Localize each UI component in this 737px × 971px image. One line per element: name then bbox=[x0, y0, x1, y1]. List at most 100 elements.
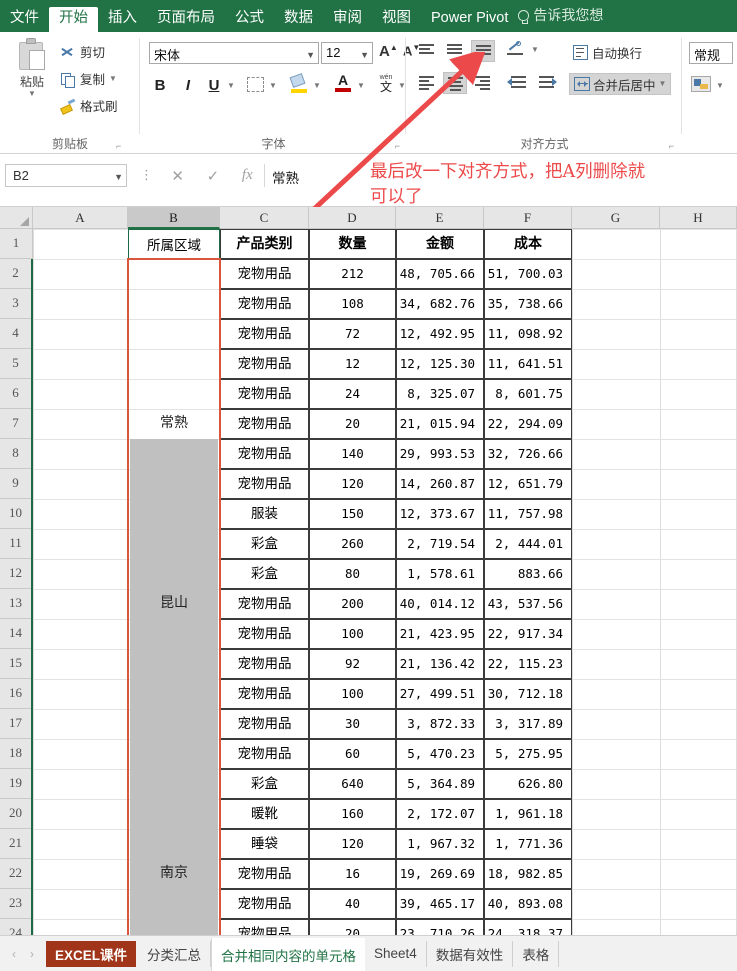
cell-C7[interactable]: 宠物用品 bbox=[220, 409, 309, 439]
row-header-4[interactable]: 4 bbox=[0, 319, 33, 349]
cell-E6[interactable]: 8, 325.07 bbox=[396, 379, 484, 409]
row-header-20[interactable]: 20 bbox=[0, 799, 33, 829]
cell-F22[interactable]: 18, 982.85 bbox=[484, 859, 572, 889]
sheet-tab-5[interactable]: 表格 bbox=[513, 940, 560, 967]
chevron-down-icon[interactable]: ▼ bbox=[357, 82, 365, 90]
cell-E11[interactable]: 2, 719.54 bbox=[396, 529, 484, 559]
ribbon-tab-8[interactable]: Power Pivot bbox=[421, 7, 518, 33]
cell-F18[interactable]: 5, 275.95 bbox=[484, 739, 572, 769]
sheet-nav-next[interactable]: › bbox=[30, 947, 34, 961]
ribbon-tab-1[interactable]: 开始 bbox=[49, 6, 98, 33]
cell-F10[interactable]: 11, 757.98 bbox=[484, 499, 572, 529]
column-header-D[interactable]: D bbox=[309, 207, 396, 229]
cell-F16[interactable]: 30, 712.18 bbox=[484, 679, 572, 709]
cell-F15[interactable]: 22, 115.23 bbox=[484, 649, 572, 679]
row-header-21[interactable]: 21 bbox=[0, 829, 33, 859]
cell-E22[interactable]: 19, 269.69 bbox=[396, 859, 484, 889]
row-header-6[interactable]: 6 bbox=[0, 379, 33, 409]
borders-icon[interactable] bbox=[247, 77, 264, 92]
font-name-combo[interactable]: 宋体 ▼ bbox=[149, 42, 319, 64]
cell-E17[interactable]: 3, 872.33 bbox=[396, 709, 484, 739]
cell-E7[interactable]: 21, 015.94 bbox=[396, 409, 484, 439]
cell-F5[interactable]: 11, 641.51 bbox=[484, 349, 572, 379]
ribbon-tab-6[interactable]: 审阅 bbox=[323, 7, 372, 33]
cell-C16[interactable]: 宠物用品 bbox=[220, 679, 309, 709]
cell-D11[interactable]: 260 bbox=[309, 529, 396, 559]
ribbon-tab-0[interactable]: 文件 bbox=[0, 7, 49, 33]
cell-C17[interactable]: 宠物用品 bbox=[220, 709, 309, 739]
sheet-tab-2[interactable]: 合并相同内容的单元格 bbox=[211, 937, 366, 971]
cell-D17[interactable]: 30 bbox=[309, 709, 396, 739]
cell-E21[interactable]: 1, 967.32 bbox=[396, 829, 484, 859]
column-header-B[interactable]: B bbox=[128, 207, 220, 229]
cell-C14[interactable]: 宠物用品 bbox=[220, 619, 309, 649]
fill-color-icon[interactable] bbox=[289, 73, 307, 95]
cell-C22[interactable]: 宠物用品 bbox=[220, 859, 309, 889]
cell-E8[interactable]: 29, 993.53 bbox=[396, 439, 484, 469]
cell-C9[interactable]: 宠物用品 bbox=[220, 469, 309, 499]
insert-function-button[interactable]: fx bbox=[242, 167, 253, 184]
sheet-tab-0[interactable]: EXCEL课件 bbox=[46, 940, 137, 967]
cell-F13[interactable]: 43, 537.56 bbox=[484, 589, 572, 619]
cell-D23[interactable]: 40 bbox=[309, 889, 396, 919]
cell-F24[interactable]: 24, 318.37 bbox=[484, 919, 572, 935]
cell-B1[interactable]: 所属区域 bbox=[128, 229, 220, 259]
italic-button[interactable]: I bbox=[177, 74, 199, 98]
align-bottom-button[interactable] bbox=[471, 40, 495, 62]
cell-F4[interactable]: 11, 098.92 bbox=[484, 319, 572, 349]
cell-E10[interactable]: 12, 373.67 bbox=[396, 499, 484, 529]
ribbon-tab-2[interactable]: 插入 bbox=[98, 7, 147, 33]
cell-D4[interactable]: 72 bbox=[309, 319, 396, 349]
cell-E2[interactable]: 48, 705.66 bbox=[396, 259, 484, 289]
cell-C13[interactable]: 宠物用品 bbox=[220, 589, 309, 619]
cell-C21[interactable]: 睡袋 bbox=[220, 829, 309, 859]
cell-F3[interactable]: 35, 738.66 bbox=[484, 289, 572, 319]
number-format-combo[interactable]: 常规 bbox=[689, 42, 733, 64]
cell-F23[interactable]: 40, 893.08 bbox=[484, 889, 572, 919]
cell-D1[interactable]: 数量 bbox=[309, 229, 396, 259]
cell-D19[interactable]: 640 bbox=[309, 769, 396, 799]
cell-F11[interactable]: 2, 444.01 bbox=[484, 529, 572, 559]
bold-button[interactable]: B bbox=[149, 74, 171, 98]
chevron-down-icon[interactable]: ▼ bbox=[313, 82, 321, 90]
row-header-14[interactable]: 14 bbox=[0, 619, 33, 649]
confirm-entry-button[interactable]: ✓ bbox=[207, 167, 220, 185]
cell-D16[interactable]: 100 bbox=[309, 679, 396, 709]
row-header-12[interactable]: 12 bbox=[0, 559, 33, 589]
format-painter-button[interactable]: 格式刷 bbox=[60, 96, 118, 115]
row-header-1[interactable]: 1 bbox=[0, 229, 33, 259]
cell-C20[interactable]: 暖靴 bbox=[220, 799, 309, 829]
cancel-entry-button[interactable]: ✕ bbox=[171, 167, 184, 185]
row-header-7[interactable]: 7 bbox=[0, 409, 33, 439]
cell-E14[interactable]: 21, 423.95 bbox=[396, 619, 484, 649]
cell-F14[interactable]: 22, 917.34 bbox=[484, 619, 572, 649]
tell-me-box[interactable]: 告诉我您想 bbox=[518, 5, 603, 32]
cell-D13[interactable]: 200 bbox=[309, 589, 396, 619]
increase-indent-button[interactable] bbox=[535, 72, 559, 94]
paste-button[interactable]: 粘贴 ▼ bbox=[8, 38, 56, 98]
cell-C10[interactable]: 服装 bbox=[220, 499, 309, 529]
cell-E24[interactable]: 23, 710.26 bbox=[396, 919, 484, 935]
column-header-C[interactable]: C bbox=[220, 207, 309, 229]
row-header-2[interactable]: 2 bbox=[0, 259, 33, 289]
row-header-3[interactable]: 3 bbox=[0, 289, 33, 319]
cell-F9[interactable]: 12, 651.79 bbox=[484, 469, 572, 499]
sheet-tab-3[interactable]: Sheet4 bbox=[365, 940, 427, 967]
phonetic-guide-icon[interactable]: wén 文 bbox=[376, 74, 396, 94]
cell-F17[interactable]: 3, 317.89 bbox=[484, 709, 572, 739]
chevron-down-icon[interactable]: ▼ bbox=[114, 172, 123, 182]
chevron-down-icon[interactable]: ▼ bbox=[659, 80, 667, 88]
row-header-17[interactable]: 17 bbox=[0, 709, 33, 739]
row-header-5[interactable]: 5 bbox=[0, 349, 33, 379]
chevron-down-icon[interactable]: ▼ bbox=[269, 82, 277, 90]
cell-E23[interactable]: 39, 465.17 bbox=[396, 889, 484, 919]
copy-button[interactable]: 复制 ▼ bbox=[60, 69, 117, 88]
cell-C24[interactable]: 宠物用品 bbox=[220, 919, 309, 935]
font-size-combo[interactable]: 12 ▼ bbox=[321, 42, 373, 64]
select-all-corner[interactable] bbox=[0, 207, 33, 229]
row-header-19[interactable]: 19 bbox=[0, 769, 33, 799]
cell-C1[interactable]: 产品类别 bbox=[220, 229, 309, 259]
chevron-down-icon[interactable]: ▼ bbox=[8, 90, 56, 98]
ribbon-tab-3[interactable]: 页面布局 bbox=[147, 7, 225, 33]
cell-F21[interactable]: 1, 771.36 bbox=[484, 829, 572, 859]
